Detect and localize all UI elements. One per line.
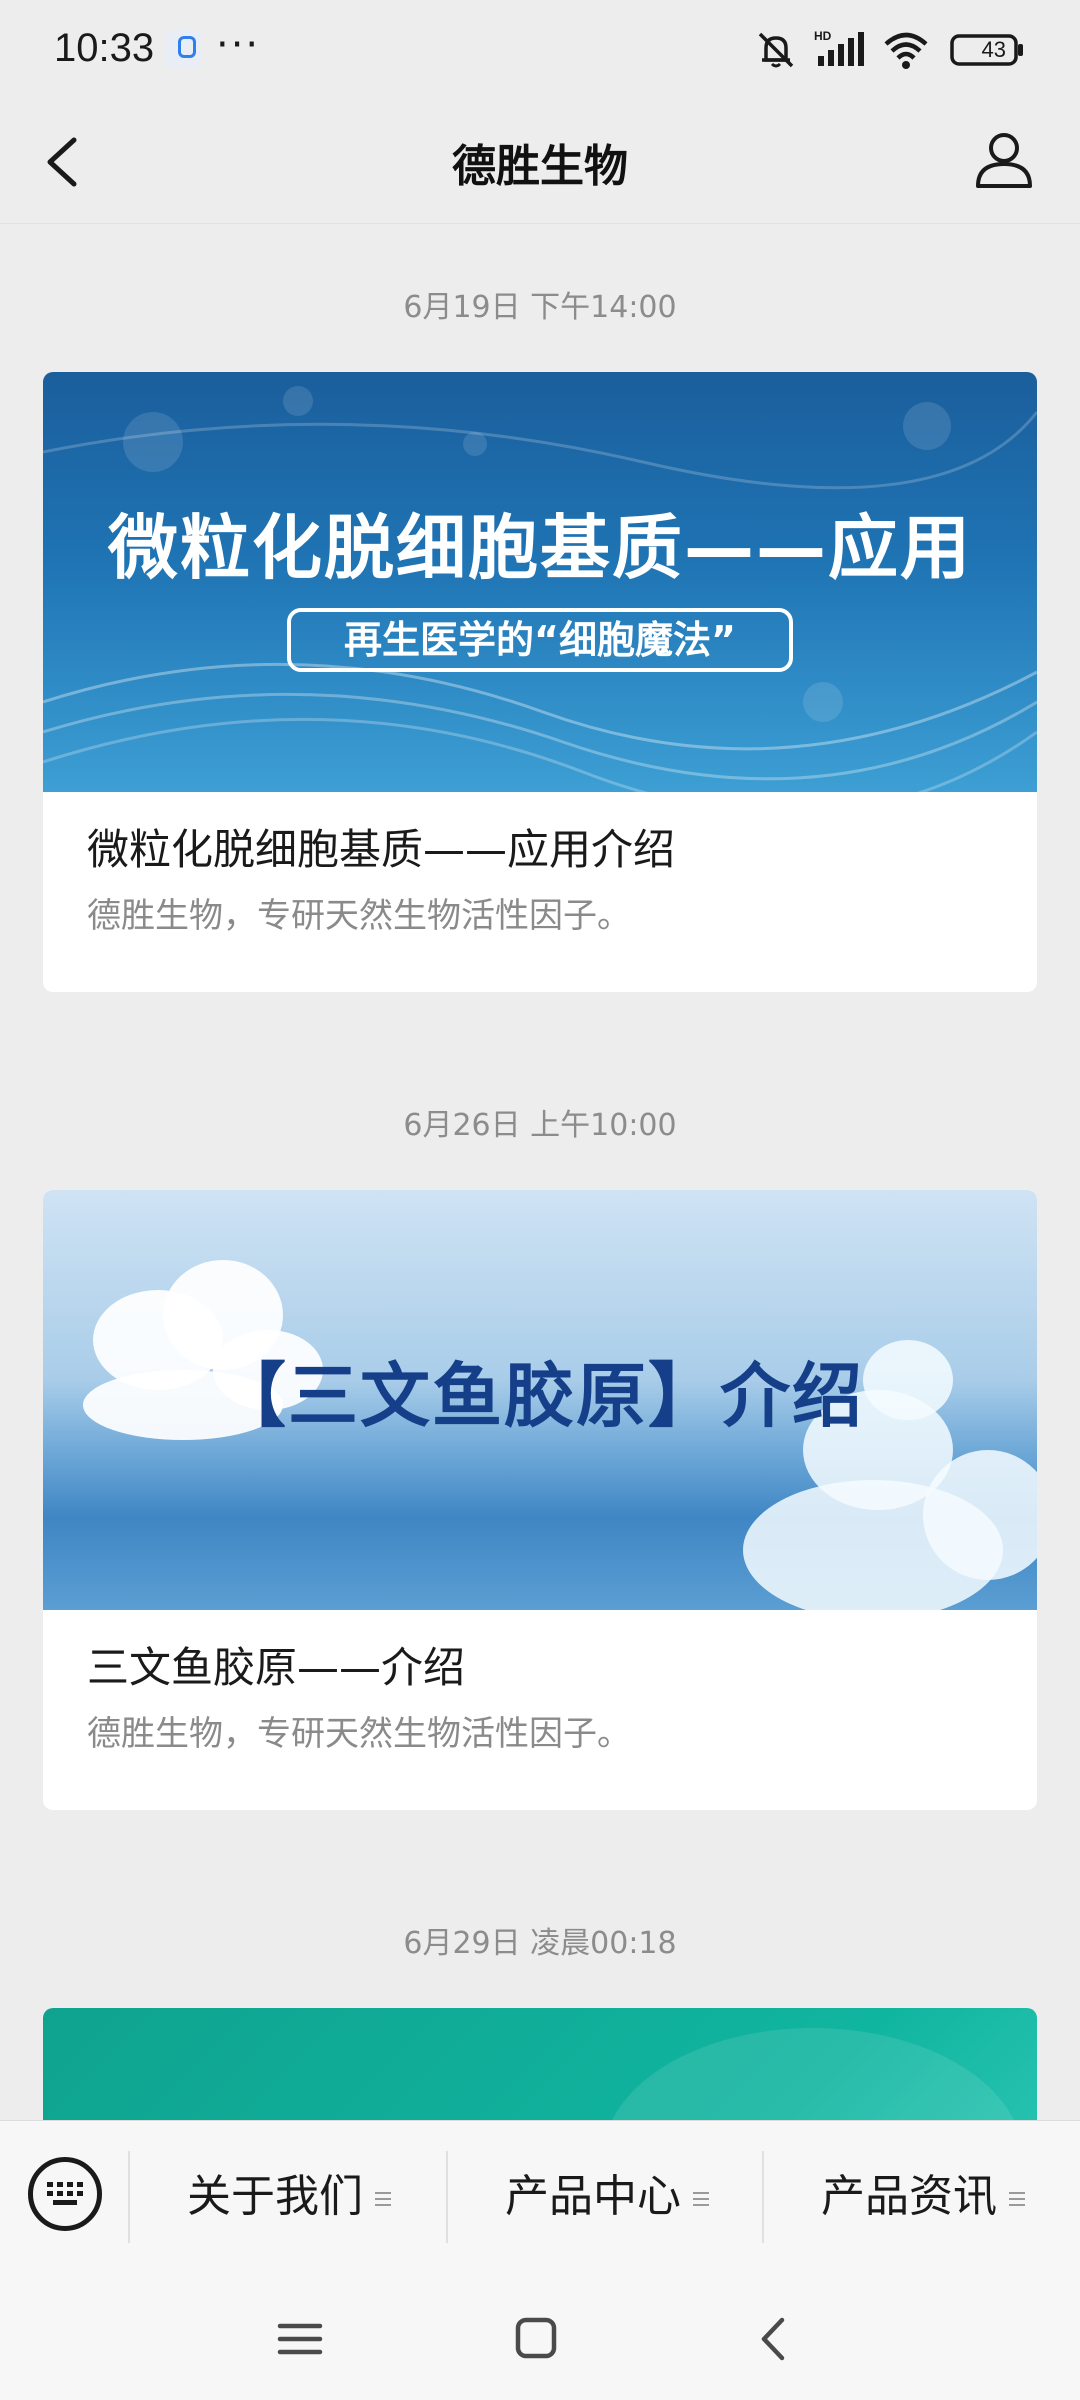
cover-subtitle: 再生医学的“细胞魔法” [287,608,793,672]
menu-item-label: 关于我们 [187,2171,363,2222]
keyboard-icon[interactable] [28,2157,102,2231]
menu-item-product-news[interactable]: 产品资讯 [764,2121,1080,2273]
message-timestamp: 6月19日 下午14:00 [403,290,677,325]
menu-item-about-us[interactable]: 关于我们 [130,2121,448,2273]
cover-title: 微粒化脱细胞基质——应用 [108,507,972,589]
article-cover-image[interactable]: 【三文鱼胶原】介绍 [43,1190,1037,1610]
battery-level: 43 [981,37,1006,62]
article-cover-image[interactable] [43,2008,1037,2120]
article-card[interactable] [43,2008,1037,2120]
message-timestamp: 6月26日 上午10:00 [403,1108,677,1143]
article-card[interactable]: 【三文鱼胶原】介绍 三文鱼胶原——介绍 德胜生物，专研天然生物活性因子。 [43,1190,1037,1810]
submenu-icon [693,2192,709,2206]
signal-icon: HD [814,29,864,66]
person-icon[interactable] [972,128,1036,192]
notification-app-icon [166,30,202,68]
menu-icon[interactable] [270,2312,330,2366]
nav-bar: 德胜生物 [0,100,1080,224]
system-navigation-bar [0,2272,1080,2400]
submenu-icon [375,2192,391,2206]
message-feed[interactable]: 6月19日 下午14:00 微粒化脱细胞基质——应用 再生医学的“细胞魔法” 微… [0,224,1080,2120]
article-card[interactable]: 微粒化脱细胞基质——应用 再生医学的“细胞魔法” 微粒化脱细胞基质——应用介绍 … [43,372,1037,992]
status-time: 10:33 [54,26,155,70]
menu-item-products[interactable]: 产品中心 [448,2121,766,2273]
menu-item-label: 产品资讯 [821,2171,997,2222]
home-icon[interactable] [506,2312,566,2366]
page-title: 德胜生物 [452,141,628,192]
status-bar: 10:33 ··· HD 43 [0,0,1080,100]
message-timestamp: 6月29日 凌晨00:18 [403,1926,677,1961]
back-icon[interactable] [746,2312,806,2366]
article-description: 德胜生物，专研天然生物活性因子。 [87,896,631,936]
article-body[interactable]: 三文鱼胶原——介绍 德胜生物，专研天然生物活性因子。 [43,1610,1037,1810]
wifi-icon [884,32,928,69]
submenu-icon [1009,2192,1025,2206]
custom-menu-bar: 关于我们 产品中心 产品资讯 [0,2120,1080,2272]
article-title: 微粒化脱细胞基质——应用介绍 [87,825,676,874]
menu-item-label: 产品中心 [505,2171,681,2222]
mute-bell-icon [758,32,794,68]
article-description: 德胜生物，专研天然生物活性因子。 [87,1714,631,1754]
article-cover-image[interactable]: 微粒化脱细胞基质——应用 再生医学的“细胞魔法” [43,372,1037,792]
article-title: 三文鱼胶原——介绍 [87,1643,466,1692]
more-notifications-icon: ··· [216,22,261,68]
cover-title: 【三文鱼胶原】介绍 [216,1355,864,1437]
article-body[interactable]: 微粒化脱细胞基质——应用介绍 德胜生物，专研天然生物活性因子。 [43,792,1037,992]
svg-text:HD: HD [814,29,832,43]
